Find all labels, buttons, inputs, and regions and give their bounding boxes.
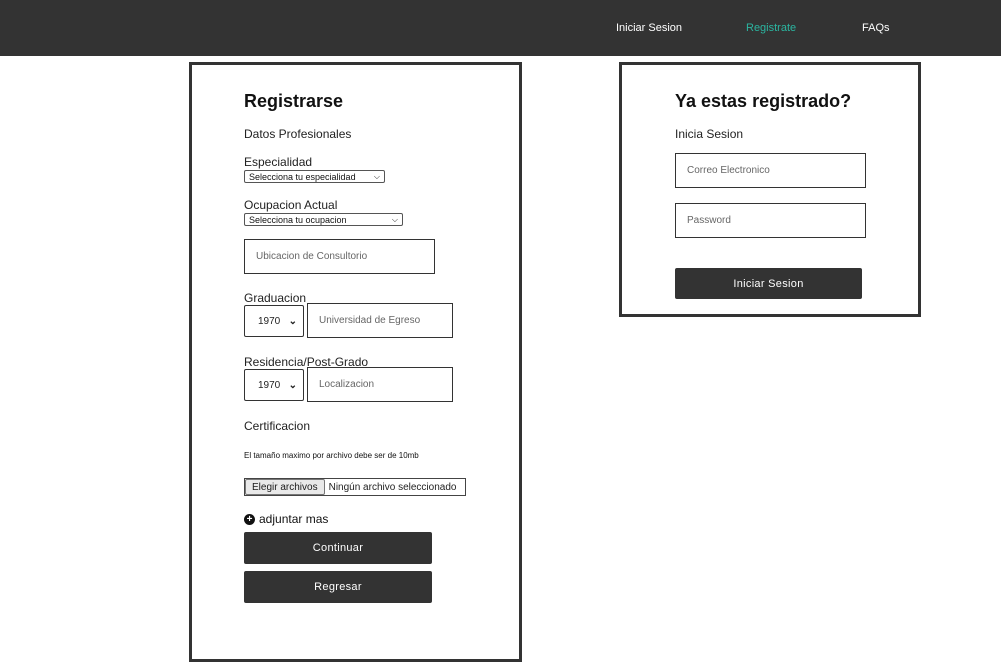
back-button[interactable]: Regresar — [244, 571, 432, 603]
specialty-select-value: Selecciona tu especialidad — [249, 171, 356, 182]
login-subtitle: Inicia Sesion — [675, 127, 744, 141]
registration-title: Registrarse — [244, 91, 344, 111]
occupation-select-value: Selecciona tu ocupacion — [249, 214, 347, 225]
graduation-year-value: 1970 — [258, 315, 281, 327]
university-placeholder: Universidad de Egreso — [319, 315, 421, 326]
attach-more-label: adjuntar mas — [259, 512, 329, 526]
specialty-select[interactable]: Selecciona tu especialidad ⌵ — [244, 170, 385, 183]
file-upload-input[interactable]: Elegir archivos Ningún archivo seleccion… — [244, 478, 466, 496]
office-location-input[interactable]: Ubicacion de Consultorio — [244, 239, 435, 274]
attach-more-button[interactable]: + adjuntar mas — [244, 512, 328, 526]
nav-register-link[interactable]: Registrate — [746, 22, 796, 34]
choose-files-button[interactable]: Elegir archivos — [245, 479, 325, 495]
university-input[interactable]: Universidad de Egreso — [307, 303, 453, 338]
password-input[interactable]: Password — [675, 203, 866, 238]
password-placeholder: Password — [687, 215, 731, 226]
chevron-down-icon: ⌄ — [288, 315, 297, 327]
plus-circle-icon: + — [244, 513, 255, 525]
chevron-down-icon: ⌄ — [288, 379, 297, 391]
registration-card: Registrarse Datos Profesionales Especial… — [189, 62, 522, 662]
graduation-label: Graduacion — [244, 291, 307, 305]
residency-location-input[interactable]: Localizacion — [307, 367, 453, 402]
top-navigation-bar: Iniciar Sesion Registrate FAQs — [0, 0, 1001, 56]
specialty-label: Especialidad — [244, 155, 313, 169]
office-location-placeholder: Ubicacion de Consultorio — [256, 251, 368, 262]
login-title: Ya estas registrado? — [675, 91, 852, 111]
login-submit-button[interactable]: Iniciar Sesion — [675, 268, 862, 299]
continue-button[interactable]: Continuar — [244, 532, 432, 564]
nav-login-link[interactable]: Iniciar Sesion — [616, 22, 682, 34]
residency-year-value: 1970 — [258, 379, 281, 391]
chevron-down-icon: ⌵ — [373, 171, 380, 181]
login-card: Ya estas registrado? Inicia Sesion Corre… — [619, 62, 921, 317]
nav-faqs-link[interactable]: FAQs — [862, 22, 890, 34]
residency-year-select[interactable]: 1970 ⌄ — [244, 369, 304, 401]
chevron-down-icon: ⌵ — [391, 214, 398, 224]
residency-location-placeholder: Localizacion — [319, 379, 375, 390]
email-input[interactable]: Correo Electronico — [675, 153, 866, 188]
email-placeholder: Correo Electronico — [687, 165, 770, 176]
occupation-label: Ocupacion Actual — [244, 198, 338, 212]
certification-label: Certificacion — [244, 419, 311, 433]
file-status-text: Ningún archivo seleccionado — [328, 481, 457, 493]
occupation-select[interactable]: Selecciona tu ocupacion ⌵ — [244, 213, 403, 226]
graduation-year-select[interactable]: 1970 ⌄ — [244, 305, 304, 337]
section-heading: Datos Profesionales — [244, 127, 352, 141]
file-size-note: El tamaño maximo por archivo debe ser de… — [244, 451, 419, 460]
